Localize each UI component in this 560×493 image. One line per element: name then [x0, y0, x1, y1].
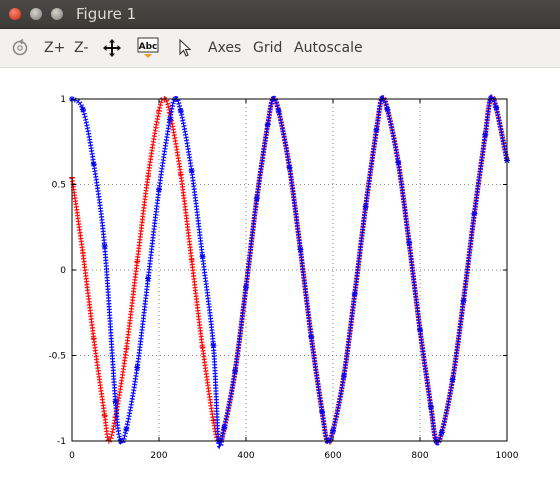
data-point: [134, 364, 141, 371]
line-chart: 0 200 400 600 800 1000 1 0.5 0 -0.5 -1: [48, 94, 519, 461]
x-tick-label: 0: [69, 451, 75, 461]
tick-marks: [71, 98, 508, 442]
series-1: [69, 94, 510, 446]
data-point: [417, 326, 423, 333]
window-title: Figure 1: [76, 5, 137, 23]
data-point: [340, 373, 347, 380]
x-tick-label: 400: [237, 451, 254, 461]
y-tick-label: 1: [60, 95, 66, 105]
data-point: [210, 342, 217, 349]
abc-text: Abc: [139, 42, 158, 52]
data-point: [493, 104, 500, 111]
data-point: [384, 106, 391, 113]
data-point: [286, 164, 293, 171]
x-tick-label: 200: [150, 451, 167, 461]
data-point: [427, 403, 434, 410]
plot-area[interactable]: 0 200 400 600 800 1000 1 0.5 0 -0.5 -1: [0, 68, 560, 493]
data-point: [112, 398, 119, 405]
y-tick-labels: 1 0.5 0 -0.5 -1: [48, 95, 66, 447]
toolbar: Z+ Z- Abc Axes Grid Autoscale: [0, 29, 560, 68]
data-point: [253, 195, 260, 202]
data-point: [156, 186, 162, 193]
figure-window: Figure 1 Z+ Z- Abc Axes Grid Autoscale 0…: [0, 0, 560, 489]
grid-button[interactable]: Grid: [253, 29, 282, 67]
text-abc-icon[interactable]: Abc: [137, 37, 159, 59]
axes-frame: [71, 98, 508, 442]
x-tick-label: 1000: [496, 451, 519, 461]
data-point: [308, 333, 315, 340]
data-point: [101, 243, 108, 250]
minimize-window-button[interactable]: [30, 8, 42, 20]
data-point: [145, 275, 152, 282]
y-tick-label: -1: [57, 437, 66, 447]
axes-button[interactable]: Axes: [208, 29, 241, 67]
zoom-out-button[interactable]: Z-: [74, 29, 88, 67]
zoom-in-button[interactable]: Z+: [44, 29, 65, 67]
x-tick-label: 800: [411, 451, 428, 461]
data-point: [297, 246, 304, 253]
data-point: [449, 376, 456, 383]
pointer-icon[interactable]: [175, 38, 195, 58]
data-point: [406, 239, 413, 246]
data-point: [482, 131, 489, 138]
grid-lines: [72, 99, 507, 441]
y-tick-label: 0.5: [52, 181, 66, 191]
data-point: [243, 284, 249, 291]
x-tick-label: 600: [324, 451, 341, 461]
data-point: [221, 424, 228, 431]
data-point: [319, 408, 326, 415]
data-point: [264, 121, 271, 128]
maximize-window-button[interactable]: [51, 8, 63, 20]
data-point: [177, 107, 184, 114]
data-point: [232, 367, 239, 374]
data-point: [188, 167, 195, 174]
data-point: [275, 107, 282, 114]
series-layer: [69, 94, 510, 449]
data-point: [90, 160, 97, 167]
data-point: [438, 429, 445, 436]
data-point: [362, 203, 369, 210]
data-point: [460, 297, 467, 304]
y-tick-label: -0.5: [48, 352, 66, 362]
series-1-line: [71, 96, 508, 444]
data-point: [373, 126, 380, 133]
data-point: [79, 106, 86, 113]
data-point: [471, 210, 478, 217]
data-point: [166, 116, 173, 123]
autoscale-button[interactable]: Autoscale: [294, 29, 363, 67]
series-1-markers: [69, 94, 510, 446]
data-point: [351, 290, 358, 297]
title-bar: Figure 1: [0, 0, 560, 29]
close-window-button[interactable]: [9, 8, 21, 20]
data-point: [199, 253, 206, 260]
pan-icon[interactable]: [102, 38, 122, 58]
data-point: [123, 426, 130, 433]
data-point: [395, 159, 402, 166]
y-tick-label: 0: [60, 266, 66, 276]
rotate-icon[interactable]: [10, 38, 30, 58]
x-tick-labels: 0 200 400 600 800 1000: [69, 451, 519, 461]
data-point: [330, 427, 336, 434]
